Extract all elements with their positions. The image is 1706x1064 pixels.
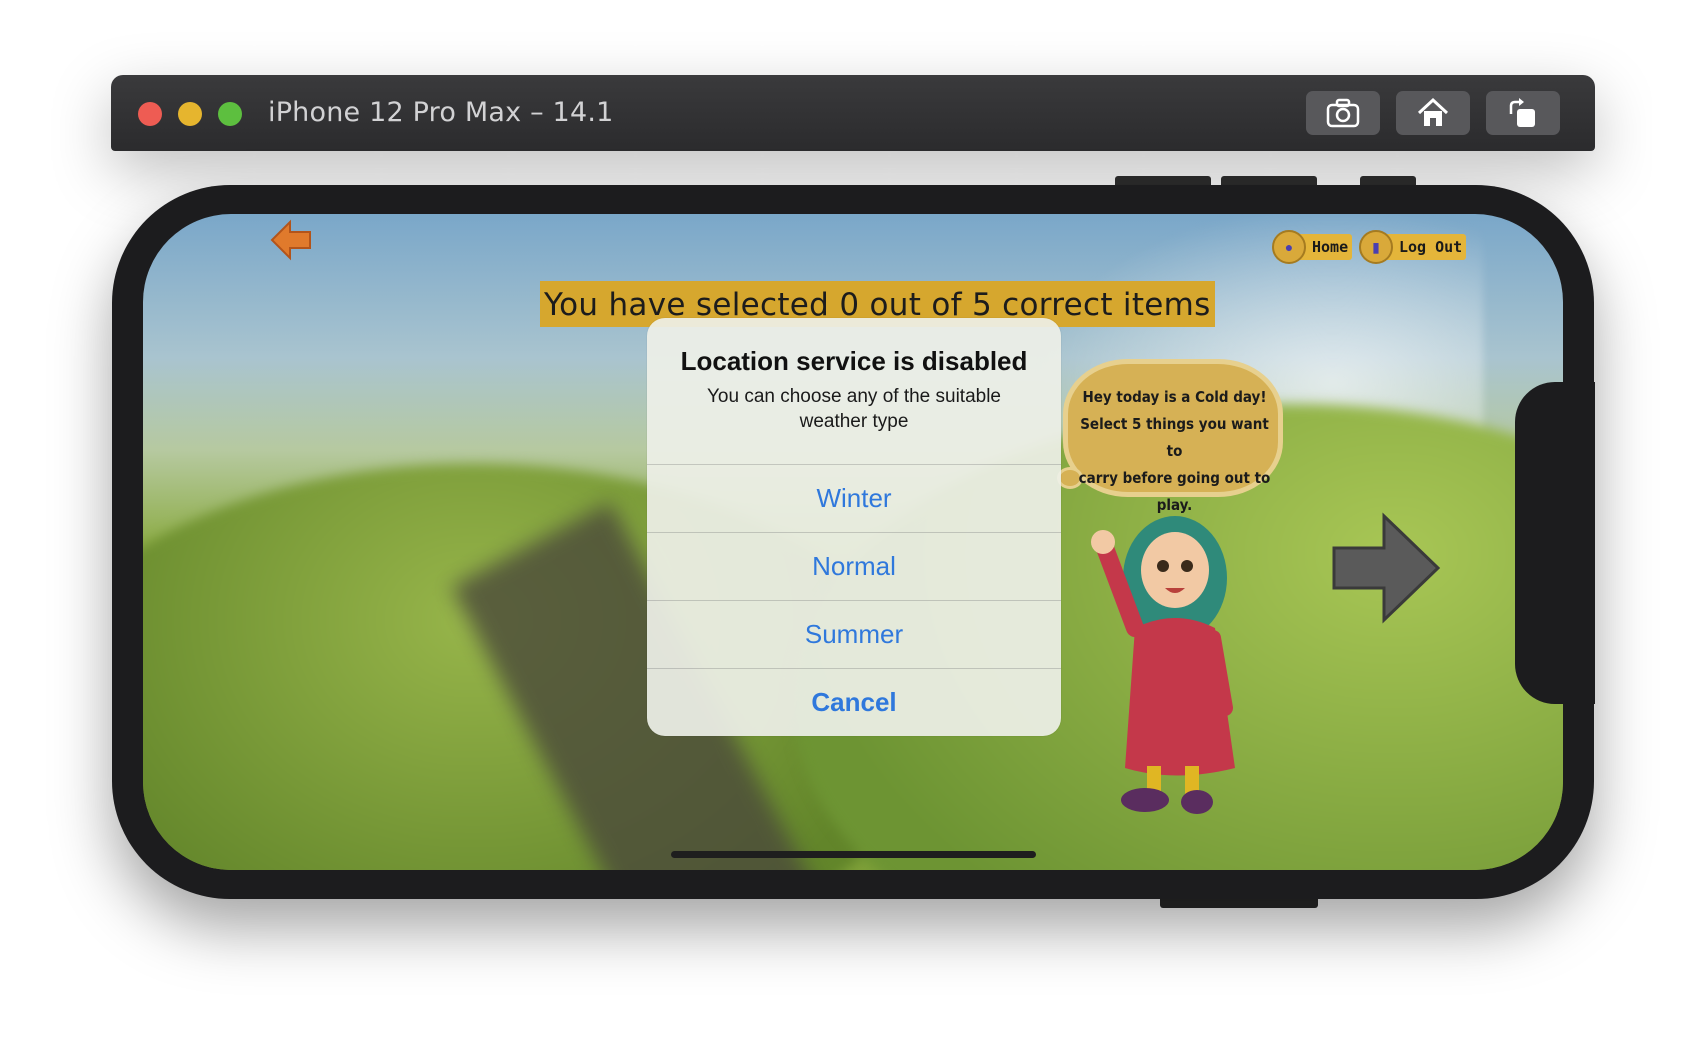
alert-title: Location service is disabled: [680, 346, 1028, 376]
summer-option-button[interactable]: Summer: [647, 600, 1061, 668]
home-nav-button[interactable]: ● Home: [1272, 230, 1353, 264]
winter-option-button[interactable]: Winter: [647, 464, 1061, 532]
alert-message: You can choose any of the suitable weath…: [706, 386, 1002, 432]
logout-coin-icon: ▮: [1359, 230, 1393, 264]
home-coin-icon: ●: [1272, 230, 1306, 264]
speech-line-3: carry before going out to: [1078, 469, 1271, 487]
home-nav-label: Home: [1312, 238, 1349, 256]
next-arrow-icon[interactable]: [1330, 512, 1442, 624]
cancel-button[interactable]: Cancel: [647, 668, 1061, 736]
logout-nav-label: Log Out: [1399, 238, 1463, 256]
normal-option-button[interactable]: Normal: [647, 532, 1061, 600]
window-title: iPhone 12 Pro Max – 14.1: [268, 97, 614, 128]
minimize-window-button[interactable]: [178, 102, 202, 126]
rotate-button[interactable]: [1486, 91, 1560, 135]
camera-icon: [1326, 98, 1360, 128]
logout-nav-button[interactable]: ▮ Log Out: [1359, 230, 1467, 264]
speech-line-2: Select 5 things you want to: [1080, 415, 1269, 460]
location-alert-dialog: Location service is disabled You can cho…: [647, 318, 1061, 736]
back-arrow-icon[interactable]: [270, 218, 314, 262]
phone-notch: [1515, 382, 1595, 704]
close-window-button[interactable]: [138, 102, 162, 126]
simulator-titlebar: iPhone 12 Pro Max – 14.1: [111, 75, 1595, 151]
girl-character: [1091, 516, 1235, 814]
zoom-window-button[interactable]: [218, 102, 242, 126]
speech-line-1: Hey today is a Cold day!: [1082, 388, 1267, 406]
home-icon: [1417, 97, 1449, 126]
home-indicator[interactable]: [671, 851, 1036, 858]
rotate-icon: [1509, 98, 1535, 127]
speech-bubble-text: Hey today is a Cold day! Select 5 things…: [1072, 384, 1277, 519]
screenshot-button[interactable]: [1306, 91, 1380, 135]
home-button[interactable]: [1396, 91, 1470, 135]
